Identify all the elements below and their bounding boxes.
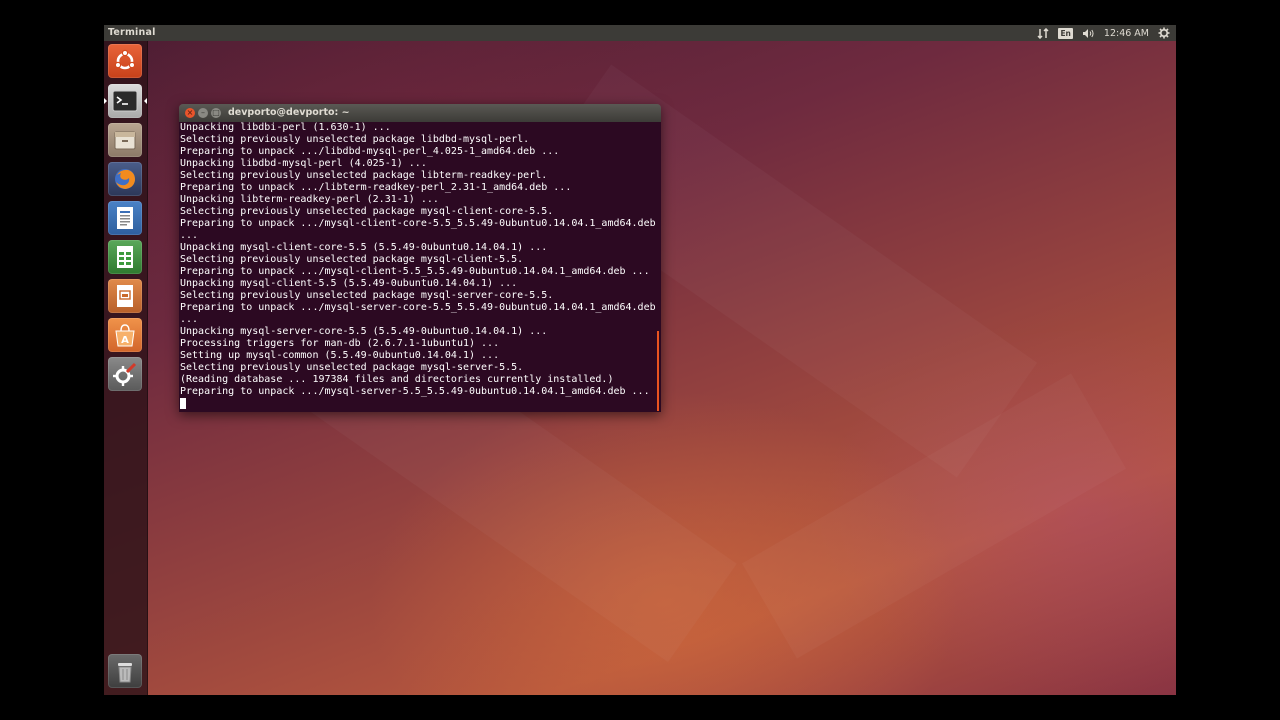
launcher-item-firefox[interactable] — [108, 162, 142, 196]
window-titlebar[interactable]: × – □ devporto@devporto: ~ — [179, 104, 661, 122]
maximize-icon[interactable]: □ — [211, 108, 221, 118]
svg-text:A: A — [121, 335, 129, 346]
terminal-window[interactable]: × – □ devporto@devporto: ~ Unpacking lib… — [179, 104, 661, 412]
volume-icon[interactable] — [1082, 28, 1095, 39]
network-icon[interactable] — [1037, 27, 1049, 39]
files-icon — [114, 131, 136, 150]
calc-icon — [117, 246, 133, 268]
gear-icon[interactable] — [1158, 27, 1170, 39]
launcher-item-dash[interactable] — [108, 44, 142, 78]
launcher-item-settings[interactable] — [108, 357, 142, 391]
desktop-screen: Terminal En 12:46 AM A × – □ devporto@de… — [104, 25, 1176, 695]
focus-indicator — [144, 98, 147, 104]
trash-icon — [118, 663, 132, 683]
launcher-item-writer[interactable] — [108, 201, 142, 235]
launcher-item-software-center[interactable]: A — [108, 318, 142, 352]
terminal-icon — [112, 90, 138, 112]
text-cursor — [180, 398, 186, 409]
running-indicator — [104, 98, 107, 104]
ubuntu-logo-icon — [114, 49, 136, 70]
terminal-output[interactable]: Unpacking libdbi-perl (1.630-1) ... Sele… — [179, 122, 661, 412]
window-title: devporto@devporto: ~ — [228, 107, 350, 118]
settings-icon — [113, 362, 137, 386]
launcher-item-terminal[interactable] — [108, 84, 142, 118]
close-icon[interactable]: × — [185, 108, 195, 118]
active-app-title: Terminal — [108, 27, 156, 38]
indicator-area: En 12:46 AM — [1037, 25, 1170, 41]
launcher-item-impress[interactable] — [108, 279, 142, 313]
firefox-icon — [115, 169, 135, 189]
clock[interactable]: 12:46 AM — [1104, 28, 1149, 39]
impress-icon — [117, 285, 133, 307]
keyboard-layout-indicator[interactable]: En — [1058, 27, 1073, 39]
scroll-indicator[interactable] — [657, 331, 659, 411]
launcher: A — [104, 41, 148, 695]
launcher-item-calc[interactable] — [108, 240, 142, 274]
terminal-text: Unpacking libdbi-perl (1.630-1) ... Sele… — [180, 122, 656, 397]
software-center-icon: A — [115, 324, 135, 347]
minimize-icon[interactable]: – — [198, 108, 208, 118]
launcher-item-files[interactable] — [108, 123, 142, 157]
launcher-item-trash[interactable] — [108, 654, 142, 688]
top-panel: Terminal En 12:46 AM — [104, 25, 1176, 41]
writer-icon — [117, 207, 133, 229]
